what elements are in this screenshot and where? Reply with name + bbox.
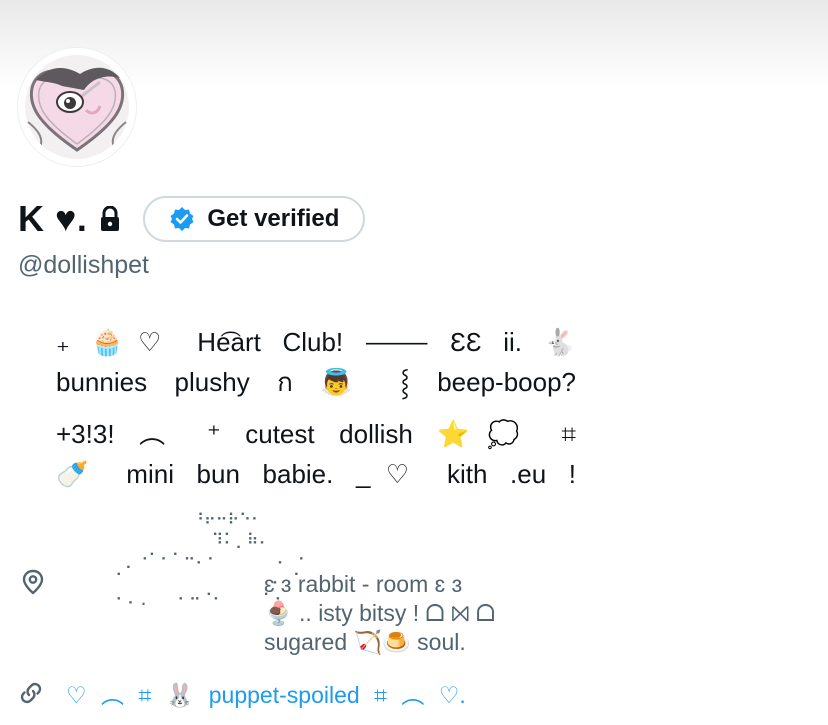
location-line: sugared 🏹🍮 soul.: [264, 629, 466, 655]
lock-icon: [99, 206, 121, 232]
get-verified-button[interactable]: Get verified: [143, 196, 366, 242]
location-text: ɛ ɜ rabbit - room ɛ ɜ 🍨 .. isty bitsy ! …: [264, 570, 495, 657]
profile-page: K ♥︎. Get verified @dollishpet ₊ 🧁♡ He͡a…: [0, 0, 828, 725]
location-line: 🍨 .. isty bitsy ! ᗝ ⨝ ᗝ: [264, 600, 496, 626]
avatar[interactable]: [18, 48, 136, 166]
website-link[interactable]: ♡ ︵ ⌗ 🐰 puppet-spoiled ⌗ ︵ ♡.: [66, 676, 466, 710]
profile-link: ♡ ︵ ⌗ 🐰 puppet-spoiled ⌗ ︵ ♡.: [18, 676, 466, 710]
bio-line: bunnies plushy ก 👼 ⸾ beep-boop?: [56, 367, 576, 397]
location-line: ɛ ɜ rabbit - room ɛ ɜ: [264, 571, 463, 597]
display-name: K ♥︎.: [18, 198, 88, 239]
bio-line: 🍼 mini bun babie. _♡ kith .eu !: [56, 459, 576, 489]
profile-bio: ₊ 🧁♡ He͡art Club! ⸻ ƐƐ ii. 🐇 bunnies plu…: [56, 322, 576, 494]
bio-line: ₊ 🧁♡ He͡art Club! ⸻ ƐƐ ii. 🐇: [56, 327, 576, 357]
link-icon: [18, 680, 44, 706]
username-handle: @dollishpet: [18, 251, 150, 279]
braille-bunny-art: ⠘⠖⠒⠗⠑⠂ ⠹⠅⡀⠷⠄⠀ ⡀⠐⠁⠂⠁⠒⠄⠂ ⠄ ⠂ ⠁ ⠄ ⠁ ⠂⠄. ⠂⠒⠈…: [115, 510, 310, 609]
location: ⠘⠖⠒⠗⠑⠂ ⠹⠅⡀⠷⠄⠀ ⡀⠐⠁⠂⠁⠒⠄⠂ ⠄ ⠂ ⠁ ⠄ ⠁ ⠂⠄. ⠂⠒⠈…: [18, 510, 578, 670]
name-row: K ♥︎. Get verified: [18, 196, 366, 242]
location-pin-icon: [20, 569, 46, 595]
get-verified-label: Get verified: [207, 205, 340, 232]
avatar-heart-art: [25, 55, 129, 159]
bio-line: +3!3! ︵ ⁺ cutest dollish ⭐💭 ⌗: [56, 419, 576, 449]
verified-badge-icon: [169, 206, 195, 232]
